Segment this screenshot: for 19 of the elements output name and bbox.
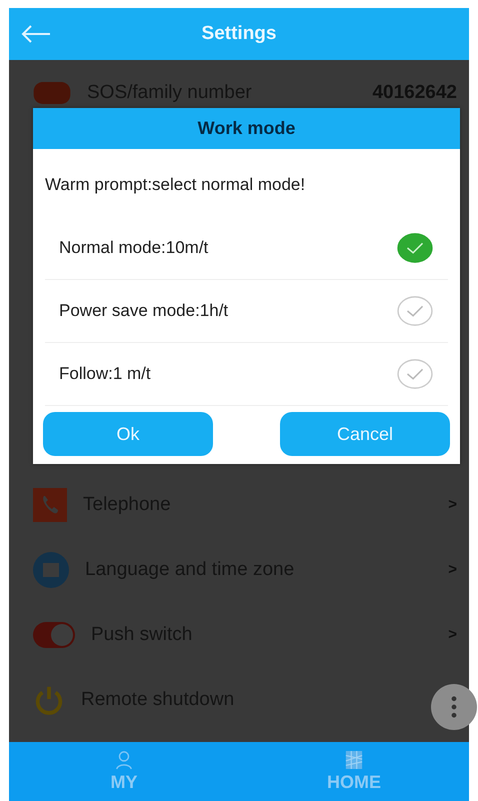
mode-option[interactable]: Power save mode:1h/t: [45, 280, 448, 343]
nav-tab[interactable]: MY: [9, 742, 239, 801]
dialog-title: Work mode: [33, 108, 460, 149]
toggle-icon: [33, 622, 75, 648]
map-icon: [345, 750, 363, 770]
chevron-text[interactable]: >: [448, 561, 457, 578]
phone-icon: [33, 488, 67, 522]
more-vertical-icon: [451, 696, 457, 718]
more-button[interactable]: [431, 684, 477, 730]
chevron-text[interactable]: >: [448, 626, 457, 643]
mode-option[interactable]: Follow:1 m/t: [45, 343, 448, 406]
mode-option[interactable]: Normal mode:10m/t: [45, 217, 448, 280]
screen-title: Settings: [202, 23, 276, 45]
person-icon: [115, 750, 133, 770]
cancel-button[interactable]: Cancel: [280, 412, 450, 456]
ok-button[interactable]: Ok: [43, 412, 213, 456]
prompt-text: Warm prompt:select normal mode!: [44, 174, 306, 196]
nav-tab[interactable]: HOME: [239, 742, 469, 801]
chevron-text[interactable]: >: [448, 496, 457, 513]
